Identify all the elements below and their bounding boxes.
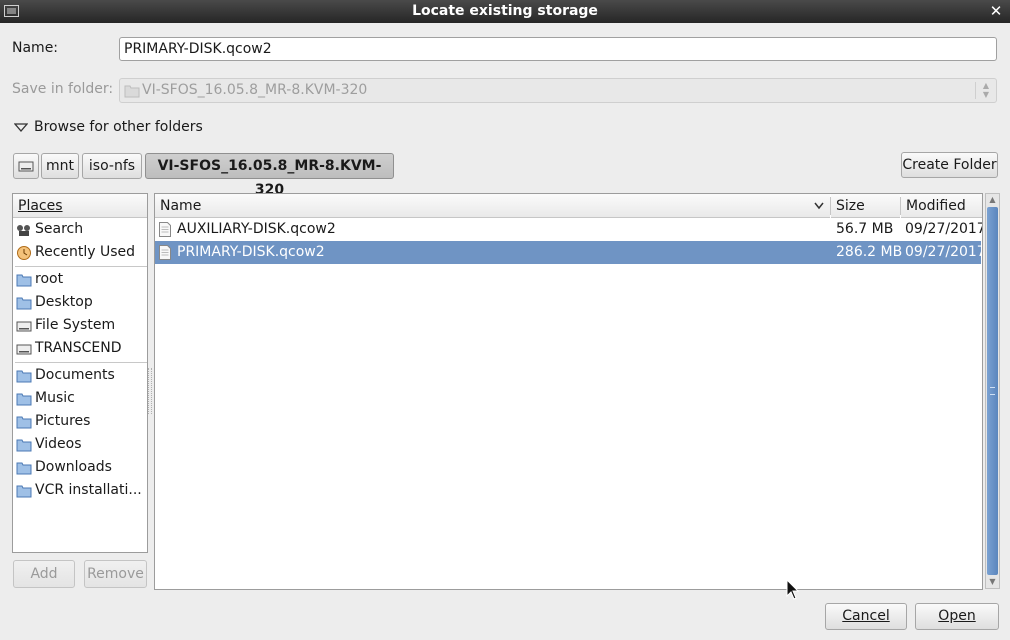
column-header-size[interactable]: Size [831, 194, 900, 218]
place-transcend[interactable]: TRANSCEND [13, 337, 147, 360]
folder-icon [124, 83, 140, 98]
home-folder-icon [16, 272, 32, 287]
path-segment-mnt[interactable]: mnt [41, 153, 79, 179]
videos-folder-icon [16, 437, 32, 452]
place-root[interactable]: root [13, 268, 147, 291]
place-documents[interactable]: Documents [13, 364, 147, 387]
documents-folder-icon [16, 368, 32, 383]
column-header-modified[interactable]: Modified [901, 194, 982, 218]
folder-icon [16, 483, 32, 498]
place-music[interactable]: Music [13, 387, 147, 410]
places-header[interactable]: Places [13, 194, 147, 218]
name-label: Name: [12, 40, 59, 56]
path-segment-current[interactable]: VI-SFOS_16.05.8_MR-8.KVM-320 [145, 153, 394, 198]
column-header-name[interactable]: Name [155, 194, 830, 218]
path-segment-iso-nfs[interactable]: iso-nfs [82, 153, 142, 179]
add-bookmark-button[interactable]: Add [13, 560, 75, 588]
scroll-down-icon[interactable]: ▼ [986, 576, 999, 588]
pane-resize-handle[interactable] [148, 368, 152, 414]
drive-icon [16, 341, 32, 355]
desktop-folder-icon [16, 295, 32, 310]
title-bar: Locate existing storage [0, 0, 1010, 23]
place-videos[interactable]: Videos [13, 433, 147, 456]
music-folder-icon [16, 391, 32, 406]
drive-icon [16, 318, 32, 332]
recent-icon [16, 245, 32, 260]
path-root-button[interactable] [13, 153, 39, 179]
name-input[interactable]: PRIMARY-DISK.qcow2 [119, 37, 997, 61]
place-search[interactable]: Search [13, 218, 147, 241]
place-downloads[interactable]: Downloads [13, 456, 147, 479]
window-menu-icon[interactable] [4, 5, 19, 17]
place-vcr-installation[interactable]: VCR installati... [13, 479, 147, 502]
combo-arrows-icon: ▲ ▼ [982, 81, 990, 99]
pictures-folder-icon [16, 414, 32, 429]
places-pane: Places Search Recently Used root Desktop… [12, 193, 148, 553]
close-icon[interactable]: ✕ [988, 2, 1004, 20]
downloads-folder-icon [16, 460, 32, 475]
place-pictures[interactable]: Pictures [13, 410, 147, 433]
place-desktop[interactable]: Desktop [13, 291, 147, 314]
browse-other-folders-toggle[interactable]: Browse for other folders [34, 119, 203, 135]
cancel-button[interactable]: Cancel [825, 603, 907, 630]
place-recently-used[interactable]: Recently Used [13, 241, 147, 264]
expander-arrow-icon[interactable] [13, 121, 29, 135]
save-in-folder-combo: VI-SFOS_16.05.8_MR-8.KVM-320 ▲ ▼ [119, 78, 997, 103]
save-in-folder-label: Save in folder: [12, 81, 114, 97]
search-icon [16, 222, 32, 236]
file-icon [159, 222, 171, 237]
file-row[interactable]: AUXILIARY-DISK.qcow2 56.7 MB 09/27/2017 [155, 218, 982, 241]
file-list: Name Size Modified AUXILIARY-DISK.qcow2 … [154, 193, 983, 590]
file-icon [159, 245, 171, 260]
file-list-scrollbar[interactable]: ▲ ▼ [985, 193, 1000, 589]
scroll-up-icon[interactable]: ▲ [986, 194, 999, 206]
drive-icon [18, 159, 34, 177]
create-folder-button[interactable]: Create Folder [901, 152, 998, 178]
file-row-selected[interactable]: PRIMARY-DISK.qcow2 286.2 MB 09/27/2017 [155, 241, 982, 264]
place-file-system[interactable]: File System [13, 314, 147, 337]
scrollbar-thumb[interactable] [987, 207, 998, 575]
remove-bookmark-button[interactable]: Remove [84, 560, 147, 588]
window-title: Locate existing storage [412, 3, 598, 19]
open-button[interactable]: Open [915, 603, 999, 630]
mouse-cursor-icon [786, 578, 800, 600]
